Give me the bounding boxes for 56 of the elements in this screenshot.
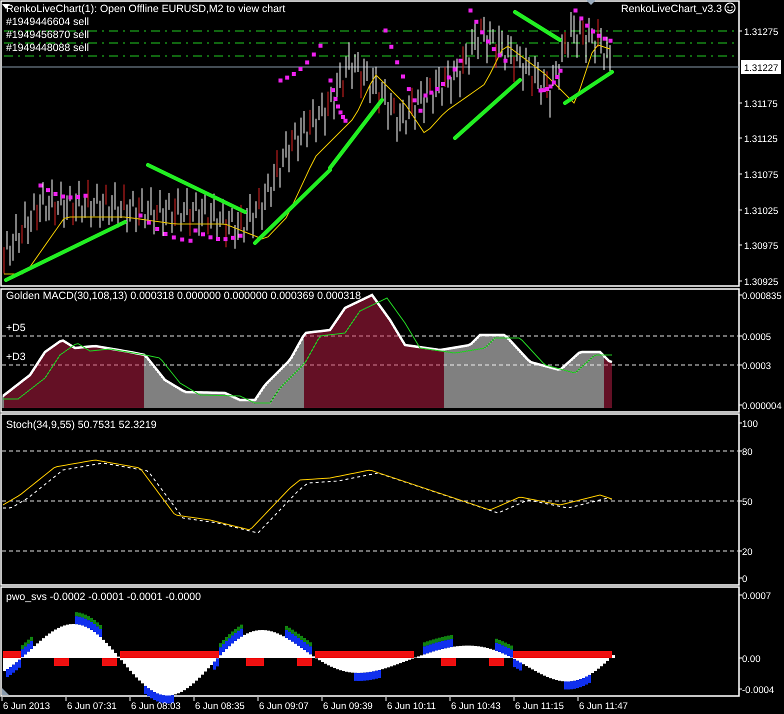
stoch-axis-label: 100 (742, 419, 758, 430)
current-price-label: 1.31227 (741, 60, 781, 74)
indicator-title: Golden MACD(30,108,13) 0.000318 0.000000 0.000000 0.000369 0.000318 (6, 290, 361, 302)
time-axis-label: 6 Jun 10:11 (387, 701, 436, 712)
indicator-title: pwo_svs -0.0002 -0.0001 -0.0001 -0.0000 (6, 591, 201, 603)
stoch-axis-label: 50 (742, 497, 753, 508)
axis-tick (738, 594, 742, 596)
price-axis-label: 1.31125 (744, 134, 778, 145)
order-label: #1949456870 sell (6, 29, 89, 41)
time-axis-label: 6 Jun 11:47 (579, 701, 628, 712)
time-axis-label: 6 Jun 10:43 (451, 701, 501, 712)
axis-tick (738, 688, 742, 690)
time-axis-label: 6 Jun 11:15 (515, 701, 564, 712)
chart-title: RenkoLiveChart(1): Open Offline EURUSD,M2 to view chart (6, 3, 286, 15)
macd-axis-label: 0.000835 (742, 291, 782, 302)
time-axis-label: 6 Jun 08:35 (195, 701, 245, 712)
indicator-title: Stoch(34,9,55) 50.7531 52.3219 (6, 419, 157, 431)
price-axis-label: 1.31175 (744, 99, 778, 110)
order-label: #1949446604 sell (6, 16, 89, 28)
axis-tick (738, 404, 742, 406)
smiley-icon (724, 2, 736, 14)
price-axis-label: 1.30975 (744, 241, 778, 252)
triangle-icon (2, 688, 9, 695)
axis-tick (738, 280, 742, 282)
price-axis-label: 1.30925 (744, 277, 778, 288)
oscillator-axis-label: -0.0004 (742, 685, 774, 696)
time-axis-label: 6 Jun 09:39 (323, 701, 373, 712)
axis-tick (738, 550, 742, 552)
time-axis-label: 6 Jun 2013 (3, 701, 50, 712)
oscillator-axis-label: 0.0007 (742, 591, 772, 602)
axis-tick (738, 102, 742, 104)
macd-axis-label: 0.0005 (742, 332, 772, 343)
time-axis-label: 6 Jun 07:31 (67, 701, 117, 712)
level-label: +D3 (6, 351, 26, 363)
price-axis-label: 1.31275 (744, 27, 778, 38)
time-axis-label: 6 Jun 09:07 (259, 701, 309, 712)
axis-tick (738, 500, 742, 502)
stoch-axis-label: 80 (742, 447, 753, 458)
stoch-axis-label: 20 (742, 547, 753, 558)
oscillator-axis-label: 0.00 (742, 654, 760, 665)
price-axis-label: 1.31025 (744, 206, 778, 217)
axis-tick (738, 244, 742, 246)
axis-tick (738, 450, 742, 452)
version-label: RenkoLiveChart_v3.3 (621, 3, 722, 15)
triangle-icon (586, 0, 596, 5)
macd-axis-label: 0.0003 (742, 361, 772, 372)
level-label: +D5 (6, 322, 26, 334)
time-axis-label: 6 Jun 08:03 (131, 701, 181, 712)
axis-tick (738, 30, 742, 32)
order-label: #1949448088 sell (6, 42, 89, 54)
axis-tick (738, 422, 742, 424)
macd-axis-label: 0.000004 (742, 401, 782, 412)
axis-tick (738, 364, 742, 366)
price-axis-label: 1.31075 (744, 170, 778, 181)
axis-tick (738, 294, 742, 296)
stoch-axis-label: 0 (742, 574, 748, 585)
